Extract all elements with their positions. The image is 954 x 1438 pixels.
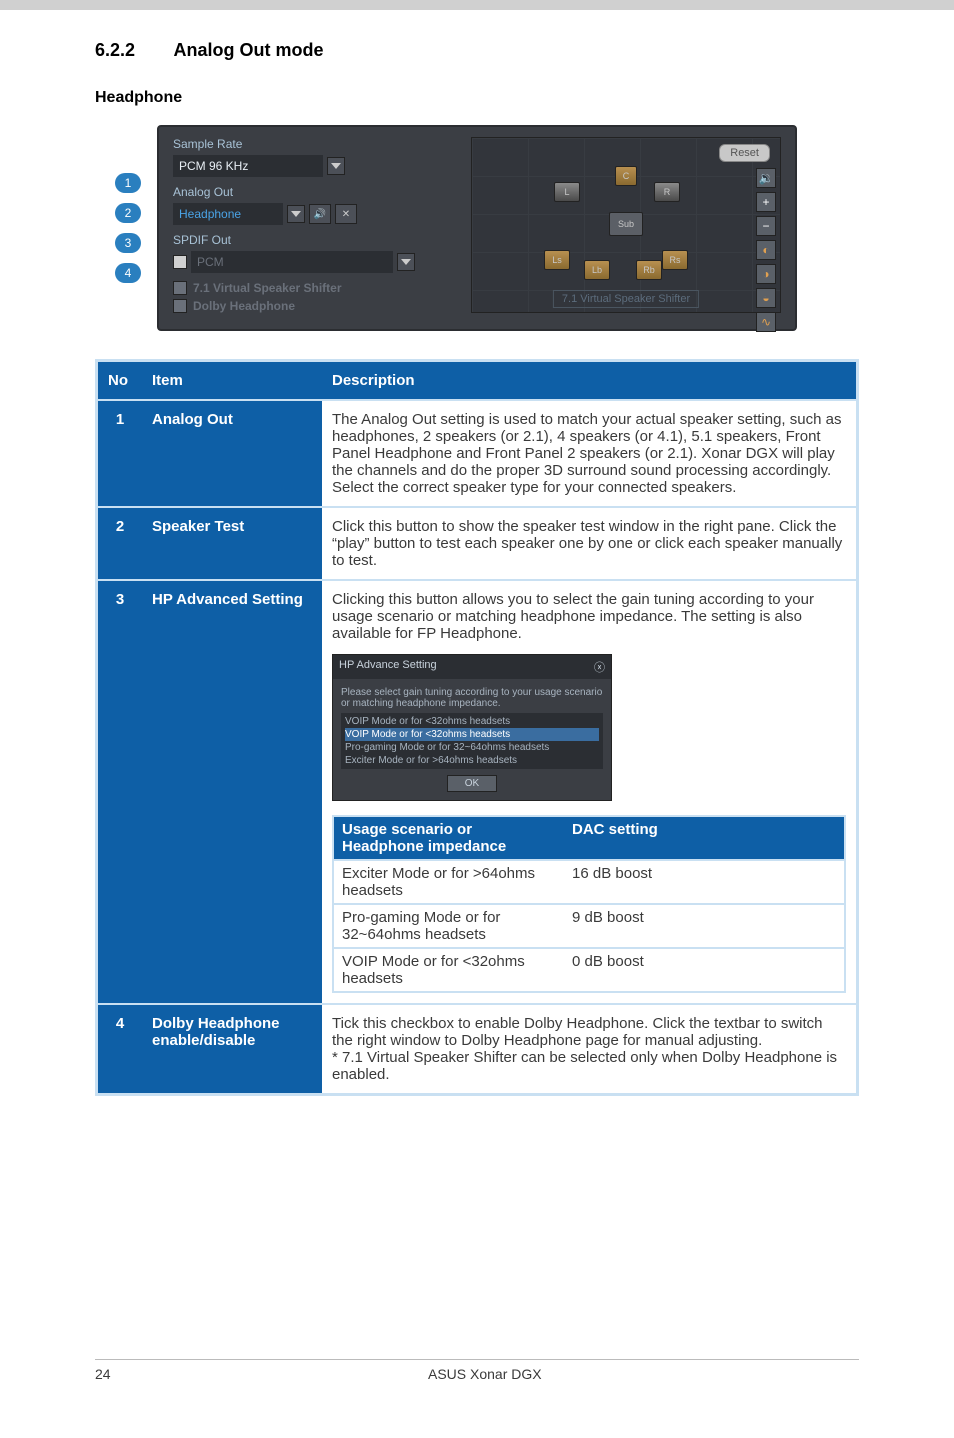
gain-r0-b: 16 dB boost	[564, 860, 845, 904]
analog-out-label: Analog Out	[173, 185, 463, 199]
gain-row: Pro-gaming Mode or for 32~64ohms headset…	[333, 904, 845, 948]
gain-table: Usage scenario or Headphone impedance DA…	[332, 815, 846, 993]
speaker-rb[interactable]: Rb	[636, 260, 662, 280]
vss-caption: 7.1 Virtual Speaker Shifter	[553, 290, 699, 308]
speaker-sub[interactable]: Sub	[609, 212, 643, 236]
callout-1: 1	[115, 173, 141, 193]
table-row: 4 Dolby Headphone enable/disable Tick th…	[98, 1003, 856, 1093]
hp-option-2[interactable]: Pro-gaming Mode or for 32~64ohms headset…	[345, 741, 599, 754]
hp-option-3[interactable]: Exciter Mode or for >64ohms headsets	[345, 754, 599, 767]
gain-row: VOIP Mode or for <32ohms headsets 0 dB b…	[333, 948, 845, 992]
hp-option-1[interactable]: VOIP Mode or for <32ohms headsets	[345, 728, 599, 741]
gain-r2-b: 0 dB boost	[564, 948, 845, 992]
hp-dialog-prompt: Please select gain tuning according to y…	[341, 687, 603, 709]
row3-item: HP Advanced Setting	[142, 579, 322, 1003]
hp-advanced-button[interactable]: ✕	[335, 204, 357, 224]
speaker-right[interactable]: R	[654, 182, 680, 202]
gain-th-scenario: Usage scenario or Headphone impedance	[333, 816, 564, 860]
dolby-headphone-label: Dolby Headphone	[193, 299, 295, 313]
sample-rate-dropdown-arrow[interactable]	[327, 157, 345, 175]
table-row: 1 Analog Out The Analog Out setting is u…	[98, 399, 856, 506]
gain-r2-a: VOIP Mode or for <32ohms headsets	[333, 948, 564, 992]
row4-item: Dolby Headphone enable/disable	[142, 1003, 322, 1093]
audio-control-panel: Sample Rate PCM 96 KHz Analog Out Headph…	[157, 125, 797, 331]
page-content: 6.2.2 Analog Out mode Headphone 1 2 3 4 …	[0, 10, 954, 1096]
spdif-out-checkbox[interactable]	[173, 255, 187, 269]
page-footer: 24 ASUS Xonar DGX	[0, 1359, 954, 1382]
gain-r1-a: Pro-gaming Mode or for 32~64ohms headset…	[333, 904, 564, 948]
th-item: Item	[142, 362, 322, 399]
sample-rate-dropdown[interactable]: PCM 96 KHz	[173, 155, 323, 177]
th-no: No	[98, 362, 142, 399]
row2-item: Speaker Test	[142, 506, 322, 579]
section-number: 6.2.2	[95, 40, 135, 60]
analog-out-dropdown[interactable]: Headphone	[173, 203, 283, 225]
row2-no: 2	[98, 506, 142, 579]
sample-rate-value: PCM 96 KHz	[179, 159, 248, 173]
close-icon[interactable]: ⓧ	[594, 659, 605, 675]
row3-no: 3	[98, 579, 142, 1003]
speaker-left[interactable]: L	[554, 182, 580, 202]
settings-icon: ✕	[342, 209, 350, 220]
hp-option-0[interactable]: VOIP Mode or for <32ohms headsets	[345, 715, 599, 728]
row3-desc-intro: Clicking this button allows you to selec…	[332, 591, 846, 642]
row3-desc-cell: Clicking this button allows you to selec…	[322, 579, 856, 1003]
window-top-bar	[0, 0, 954, 10]
row1-desc: The Analog Out setting is used to match …	[322, 399, 856, 506]
hp-dialog-options[interactable]: VOIP Mode or for <32ohms headsets VOIP M…	[341, 713, 603, 769]
speaker-icon: 🔊	[314, 209, 326, 220]
th-description: Description	[322, 362, 856, 399]
speaker-rs[interactable]: Rs	[662, 250, 688, 270]
gain-r1-b: 9 dB boost	[564, 904, 845, 948]
callout-stack: 1 2 3 4	[115, 173, 141, 283]
description-table: No Item Description 1 Analog Out The Ana…	[95, 359, 859, 1096]
speaker-test-button[interactable]: 🔊	[309, 204, 331, 224]
spdif-out-value: PCM	[197, 255, 224, 269]
hp-dialog-ok-button[interactable]: OK	[447, 775, 497, 792]
gain-r0-a: Exciter Mode or for >64ohms headsets	[333, 860, 564, 904]
page-number: 24	[95, 1366, 111, 1382]
row4-desc: Tick this checkbox to enable Dolby Headp…	[322, 1003, 856, 1093]
virtual-speaker-checkbox[interactable]	[173, 281, 187, 295]
row4-no: 4	[98, 1003, 142, 1093]
speaker-layout: C L R Sub Ls Rs Lb Rb	[482, 152, 770, 302]
spdif-out-dropdown[interactable]: PCM	[191, 251, 393, 273]
row2-desc: Click this button to show the speaker te…	[322, 506, 856, 579]
speaker-center[interactable]: C	[615, 166, 637, 186]
subheading: Headphone	[95, 89, 859, 107]
figure: 1 2 3 4 Sample Rate PCM 96 KHz Analog Ou…	[95, 125, 859, 331]
spdif-out-label: SPDIF Out	[173, 233, 463, 247]
callout-4: 4	[115, 263, 141, 283]
spdif-out-dropdown-arrow[interactable]	[397, 253, 415, 271]
row1-no: 1	[98, 399, 142, 506]
hp-advance-dialog: HP Advance Setting ⓧ Please select gain …	[332, 654, 612, 801]
panel-left: Sample Rate PCM 96 KHz Analog Out Headph…	[173, 137, 463, 313]
hp-dialog-title: HP Advance Setting	[339, 659, 437, 675]
speaker-preview-pane: Reset 🔉 + − ◐ ◑ ◒ ∿ C L R Sub	[471, 137, 781, 313]
section-title: Analog Out mode	[174, 40, 324, 60]
table-row: 2 Speaker Test Click this button to show…	[98, 506, 856, 579]
virtual-speaker-label: 7.1 Virtual Speaker Shifter	[193, 281, 342, 295]
table-row: 3 HP Advanced Setting Clicking this butt…	[98, 579, 856, 1003]
speaker-ls[interactable]: Ls	[544, 250, 570, 270]
dolby-headphone-checkbox[interactable]	[173, 299, 187, 313]
callout-2: 2	[115, 203, 141, 223]
callout-3: 3	[115, 233, 141, 253]
footer-product: ASUS Xonar DGX	[111, 1366, 859, 1382]
analog-out-dropdown-arrow[interactable]	[287, 205, 305, 223]
row1-item: Analog Out	[142, 399, 322, 506]
flex-icon[interactable]: ∿	[756, 312, 776, 332]
sample-rate-label: Sample Rate	[173, 137, 463, 151]
analog-out-value: Headphone	[179, 207, 241, 221]
gain-row: Exciter Mode or for >64ohms headsets 16 …	[333, 860, 845, 904]
gain-th-dac: DAC setting	[564, 816, 845, 860]
speaker-lb[interactable]: Lb	[584, 260, 610, 280]
section-heading: 6.2.2 Analog Out mode	[95, 40, 859, 61]
